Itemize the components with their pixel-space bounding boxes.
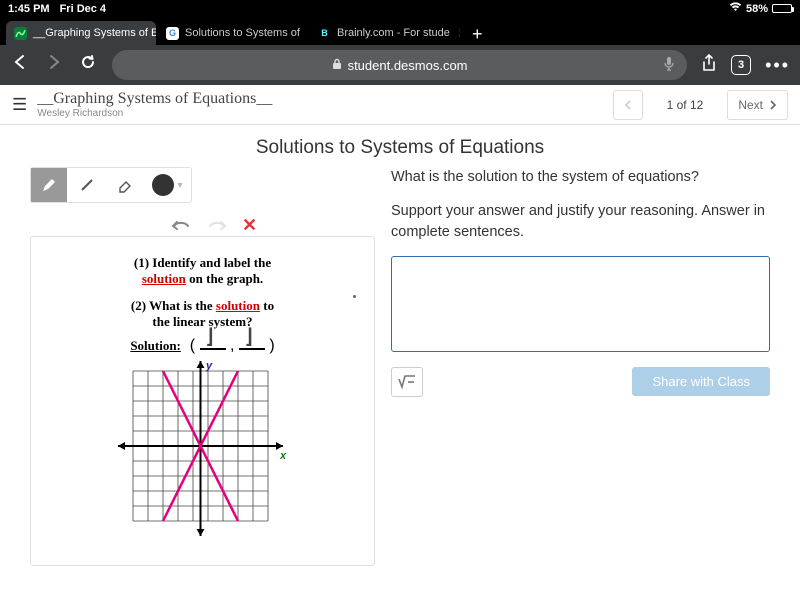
solution-blanks: Solution: ( ⌋ , ⌋ ) — [41, 330, 364, 355]
question-prompt-2: Support your answer and justify your rea… — [391, 201, 770, 242]
student-name: Wesley Richardson — [37, 108, 602, 119]
pencil-tool[interactable] — [31, 168, 67, 202]
ink-dot — [353, 295, 356, 298]
reload-button[interactable] — [78, 53, 98, 77]
drawing-canvas[interactable]: (1) Identify and label the solution on t… — [30, 236, 375, 566]
page-title: Solutions to Systems of Equations — [0, 125, 800, 167]
color-dot-icon — [152, 174, 174, 196]
menu-icon[interactable]: ☰ — [12, 95, 27, 115]
clear-button[interactable]: ✕ — [242, 215, 257, 236]
instruction-2: (2) What is the solution to the linear s… — [41, 298, 364, 331]
mic-icon[interactable] — [663, 56, 675, 75]
new-tab-button[interactable]: + — [462, 24, 493, 45]
desmos-favicon-icon — [14, 27, 27, 40]
forward-button[interactable] — [44, 53, 64, 77]
svg-text:x: x — [279, 450, 287, 462]
next-button[interactable]: Next — [727, 90, 788, 120]
math-keyboard-button[interactable] — [391, 367, 423, 397]
share-icon[interactable] — [701, 54, 717, 77]
battery-pct: 58% — [746, 3, 768, 15]
google-favicon-icon: G — [166, 27, 179, 40]
undo-button[interactable] — [170, 216, 192, 235]
line-tool[interactable] — [69, 168, 105, 202]
url-bar[interactable]: student.desmos.com — [112, 50, 687, 80]
activity-title: __Graphing Systems of Equations__ — [37, 90, 602, 108]
more-icon[interactable]: ••• — [765, 55, 790, 76]
activity-header: ☰ __Graphing Systems of Equations__ Wesl… — [0, 85, 800, 125]
tabs-count-button[interactable]: 3 — [731, 55, 751, 75]
drawing-toolbar: ▼ — [30, 167, 192, 203]
lock-icon — [332, 58, 342, 73]
tab-google[interactable]: G Solutions to Systems of ✕ — [158, 21, 308, 45]
page-counter: 1 of 12 — [653, 98, 718, 112]
brainly-favicon-icon: B — [318, 27, 331, 40]
redo-button[interactable] — [206, 216, 228, 235]
browser-toolbar: student.desmos.com 3 ••• — [0, 45, 800, 85]
chevron-down-icon: ▼ — [176, 180, 185, 190]
back-button[interactable] — [10, 53, 30, 77]
color-picker[interactable]: ▼ — [145, 168, 191, 202]
tab-label: Solutions to Systems of — [185, 27, 300, 39]
next-label: Next — [738, 98, 763, 112]
eraser-tool[interactable] — [107, 168, 143, 202]
close-icon[interactable]: ✕ — [458, 26, 460, 40]
answer-input[interactable] — [391, 256, 770, 352]
pencil-mark-2: ⌋ — [245, 324, 253, 349]
question-prompt-1: What is the solution to the system of eq… — [391, 167, 770, 187]
pencil-mark-1: ⌋ — [206, 324, 214, 349]
tab-brainly[interactable]: B Brainly.com - For stude ✕ — [310, 21, 460, 45]
svg-text:y: y — [205, 361, 213, 372]
url-text: student.desmos.com — [348, 58, 468, 73]
status-time: 1:45 PM — [8, 3, 50, 15]
wifi-icon — [729, 2, 742, 15]
tab-label: __Graphing Systems of E — [33, 27, 156, 39]
ios-status-bar: 1:45 PM Fri Dec 4 58% — [0, 0, 800, 17]
browser-tab-strip: __Graphing Systems of E ✕ G Solutions to… — [0, 17, 800, 45]
tab-label: Brainly.com - For stude — [337, 27, 450, 39]
coordinate-graph: y x — [108, 361, 298, 541]
share-with-class-button[interactable]: Share with Class — [632, 367, 770, 396]
battery-icon — [772, 4, 792, 13]
tab-desmos[interactable]: __Graphing Systems of E ✕ — [6, 21, 156, 45]
instruction-1: (1) Identify and label the solution on t… — [41, 255, 364, 288]
status-date: Fri Dec 4 — [60, 3, 106, 15]
prev-button[interactable] — [613, 90, 643, 120]
